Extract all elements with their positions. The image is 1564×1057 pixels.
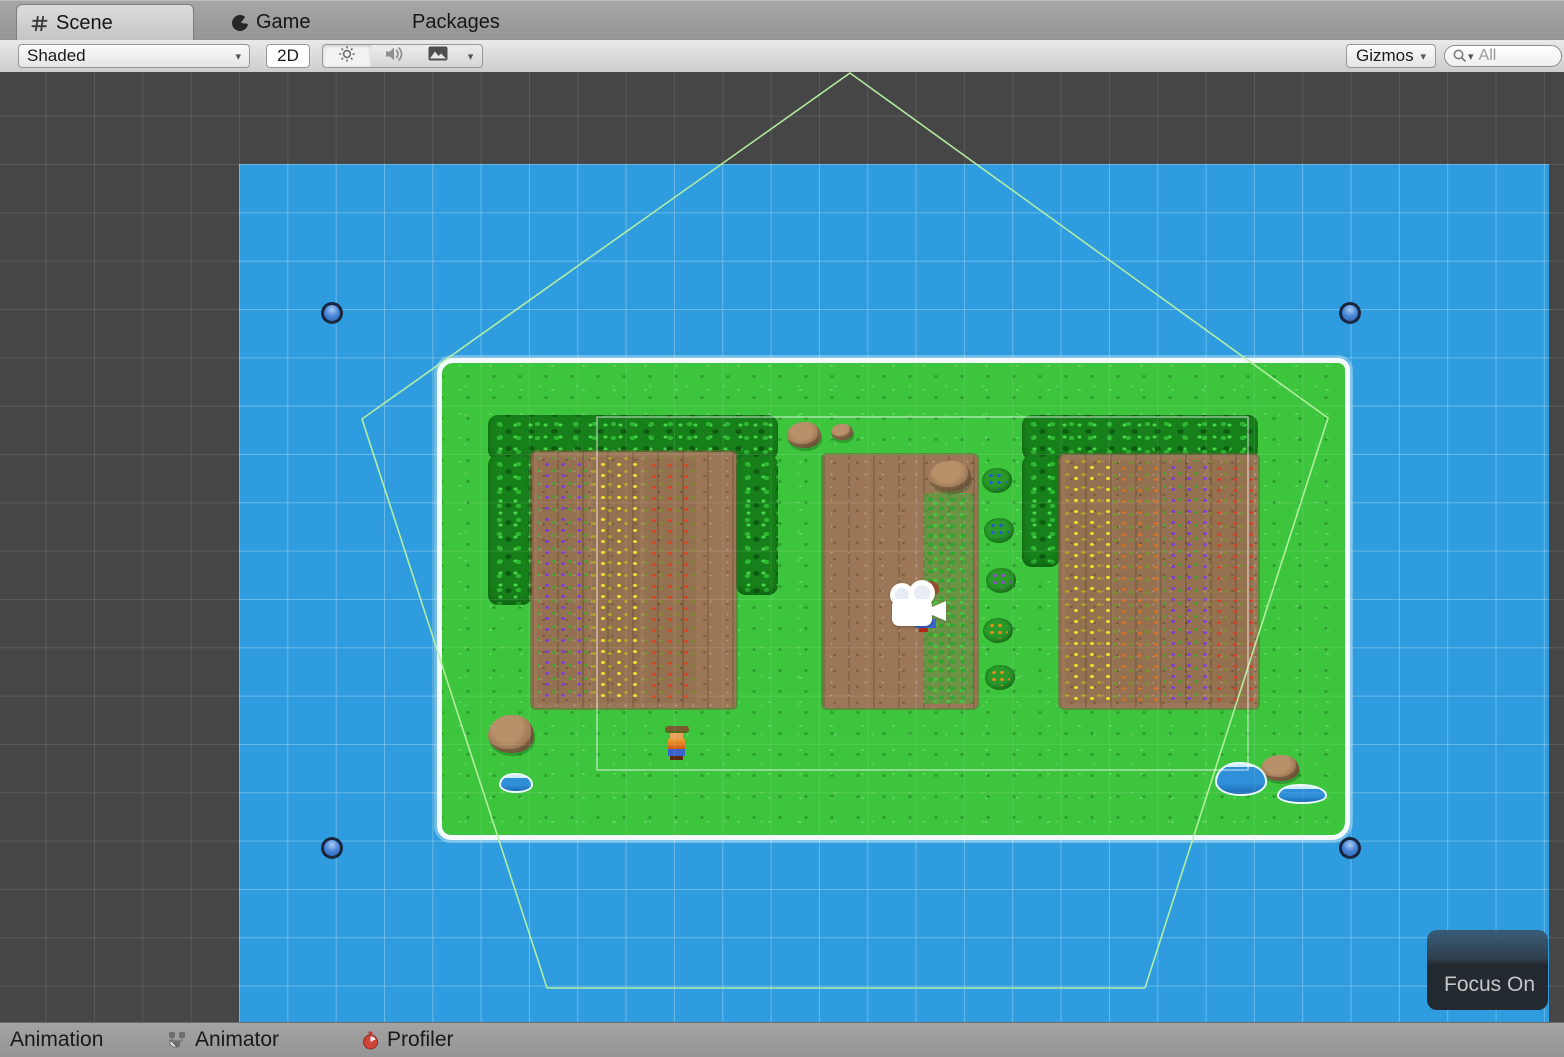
gizmos-label: Gizmos (1356, 46, 1414, 66)
focus-on-tooltip: Focus On (1427, 930, 1548, 1010)
shading-mode-label: Shaded (27, 46, 86, 66)
crop-rows-purple (1163, 460, 1207, 703)
lighting-toggle[interactable] (322, 44, 372, 68)
tab-profiler-label: Profiler (387, 1028, 454, 1052)
sun-icon (338, 45, 356, 68)
scene-toolbar: Shaded ▾ 2D ▾ (0, 40, 1564, 73)
farmer-boots (670, 756, 683, 760)
tab-animation[interactable]: Animation (10, 1023, 103, 1057)
farmer-body (668, 739, 685, 749)
farmer-pants (668, 749, 685, 756)
unity-game-icon (232, 15, 248, 31)
rocks-top (787, 422, 821, 448)
crop-rows-yellow (592, 457, 640, 703)
blue-berries (987, 472, 1007, 489)
editor-tab-bar: Scene Game Packages (0, 0, 1564, 41)
crop-rows-orange (1113, 460, 1161, 703)
berry-bush (984, 518, 1014, 543)
farm-plot-left[interactable] (532, 452, 736, 708)
tab-scene[interactable]: Scene (16, 4, 194, 42)
tab-animation-label: Animation (10, 1028, 103, 1052)
focus-on-label: Focus On (1444, 973, 1535, 997)
gizmos-dropdown[interactable]: Gizmos ▾ (1346, 44, 1436, 68)
crop-rows-red (644, 457, 696, 703)
tab-scene-label: Scene (56, 12, 113, 35)
purple-berries (991, 572, 1011, 589)
bottom-tab-bar: Animation Animator Profiler (0, 1022, 1564, 1057)
grid-icon (31, 15, 48, 32)
selection-handle-bottom-right[interactable] (1339, 837, 1361, 859)
tree-row-top-right (1022, 415, 1258, 460)
berry-bush (985, 665, 1015, 690)
crop-rows-red (1209, 460, 1253, 703)
scene-search-field[interactable]: ▾ (1444, 45, 1562, 67)
tab-packages[interactable]: Packages (398, 4, 514, 41)
profiler-icon (362, 1031, 379, 1050)
chevron-down-icon: ▾ (468, 50, 474, 63)
berry-bush (982, 468, 1012, 493)
pond-right-small (1277, 784, 1327, 804)
2d-mode-toggle[interactable]: 2D (266, 44, 310, 68)
orange-berries (988, 622, 1008, 639)
scene-viewport[interactable]: Focus On (0, 72, 1564, 1022)
berry-bush (986, 568, 1016, 593)
tab-animator-label: Animator (195, 1028, 279, 1052)
chevron-down-icon: ▾ (235, 50, 241, 63)
speaker-icon (384, 45, 404, 68)
boulder (488, 715, 534, 753)
rocks-bottom-right (1261, 755, 1299, 781)
camera-gizmo[interactable] (882, 580, 950, 637)
shading-mode-dropdown[interactable]: Shaded ▾ (18, 44, 250, 68)
search-input[interactable] (1477, 46, 1551, 66)
audio-toggle[interactable] (371, 44, 417, 68)
rocks-middle-plot (929, 461, 971, 491)
effects-dropdown[interactable]: ▾ (459, 44, 483, 68)
crop-rows-purple (537, 457, 587, 703)
selection-handle-top-right[interactable] (1339, 302, 1361, 324)
tree-column-left (488, 455, 532, 605)
orange-berries (990, 669, 1010, 686)
magnifier-icon (1452, 48, 1468, 64)
berry-bush (983, 618, 1013, 643)
chevron-down-icon: ▾ (1468, 50, 1474, 63)
effects-toggle[interactable] (416, 44, 460, 68)
farm-plot-right[interactable] (1060, 455, 1258, 708)
rocks-top-small (831, 424, 853, 440)
pond-right-large (1215, 762, 1267, 796)
pond-left (499, 773, 533, 793)
animator-icon (168, 1031, 187, 1049)
crop-rows-yellow (1065, 460, 1111, 703)
tab-animator[interactable]: Animator (168, 1023, 279, 1057)
chevron-down-icon: ▾ (1420, 50, 1426, 63)
farmer-hat (665, 726, 689, 733)
image-icon (428, 46, 448, 66)
tree-column-mid-left (736, 455, 778, 595)
tab-packages-label: Packages (412, 11, 500, 34)
farmer-character[interactable] (664, 726, 690, 762)
tab-game[interactable]: Game (218, 4, 324, 41)
blue-berries (989, 522, 1009, 539)
selection-handle-bottom-left[interactable] (321, 837, 343, 859)
selection-handle-top-left[interactable] (321, 302, 343, 324)
tab-game-label: Game (256, 11, 310, 34)
tab-profiler[interactable]: Profiler (362, 1023, 454, 1057)
tree-column-right (1022, 455, 1060, 567)
